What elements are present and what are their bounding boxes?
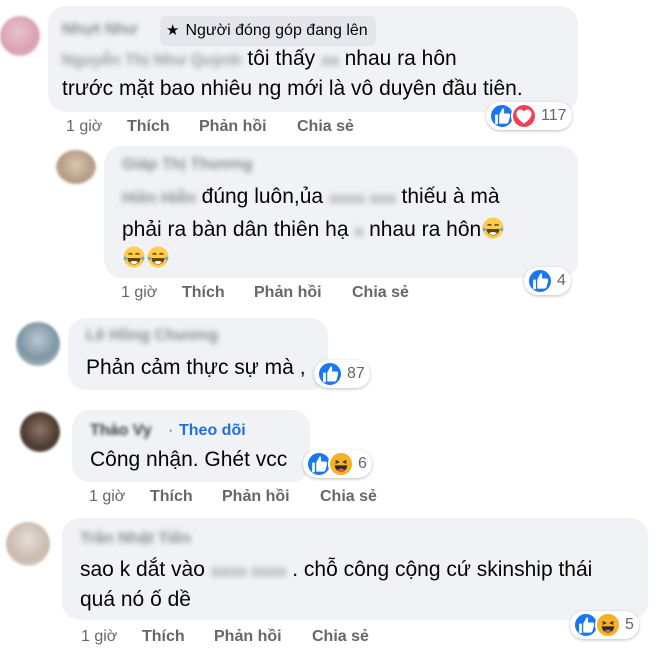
commenter-name[interactable]: Thảo Vy — [90, 422, 152, 440]
comment-time[interactable]: 1 giờ — [89, 488, 125, 506]
comment-text: quá nó ố dề — [80, 588, 191, 611]
like-button[interactable]: Thích — [127, 118, 170, 136]
avatar[interactable] — [20, 412, 60, 452]
like-icon — [527, 268, 553, 294]
reaction-count: 4 — [557, 272, 566, 289]
comment-text: sao k dắt vào aaaa aaaa . chỗ công cộng … — [80, 558, 593, 581]
thread-connector — [24, 148, 52, 166]
comment-text: Công nhận. Ghét vcc — [90, 448, 288, 471]
reply-button[interactable]: Phản hồi — [254, 284, 322, 302]
avatar[interactable] — [0, 16, 40, 56]
reaction-count: 5 — [625, 616, 634, 633]
comment-text: Hiền Hiễn đúng luôn,ủa aaaa aaa thiếu à … — [122, 185, 500, 208]
share-button[interactable]: Chia sẻ — [297, 118, 354, 136]
comment-text — [122, 245, 170, 271]
haha-icon — [595, 612, 621, 638]
comment-actions: 1 giờ Thích Phản hồi Chia sẻ — [89, 488, 409, 508]
avatar[interactable] — [56, 150, 96, 184]
reaction-summary[interactable]: 117 — [486, 102, 572, 130]
commenter-name[interactable]: Giáp Thị Thương — [122, 156, 253, 174]
reaction-summary[interactable]: 87 — [314, 360, 370, 388]
commenter-name[interactable]: Lê Hồng Chương — [86, 327, 218, 345]
love-icon — [511, 103, 537, 129]
reaction-summary[interactable]: 6 — [303, 450, 372, 478]
comment-text: phải ra bàn dân thiên hạ a nhau ra hôn — [122, 216, 505, 244]
reaction-summary[interactable]: 5 — [570, 611, 639, 639]
follow-separator: · — [168, 422, 174, 439]
laughing-crying-emoji — [146, 245, 170, 269]
reply-button[interactable]: Phản hồi — [199, 118, 267, 136]
comment-time[interactable]: 1 giờ — [81, 628, 117, 646]
comment-text: Nguyễn Thị Như Quỳnh tôi thấy aa nhau ra… — [62, 47, 457, 70]
comment-text: Phản cảm thực sự mà , — [86, 356, 306, 379]
star-icon: ★ — [166, 22, 180, 39]
commenter-name[interactable]: Nhựt Như — [62, 21, 138, 39]
laughing-crying-emoji — [481, 216, 505, 240]
comment-actions: 1 giờ Thích Phản hồi Chia sẻ — [81, 628, 401, 648]
haha-icon — [328, 451, 354, 477]
comment-actions: 1 giờ Thích Phản hồi Chia sẻ — [66, 118, 386, 138]
commenter-name[interactable]: Trần Nhật Tiến — [80, 530, 191, 548]
reaction-count: 6 — [358, 455, 367, 472]
reaction-count: 87 — [347, 365, 365, 382]
comment-text: trước mặt bao nhiêu ng mới là vô duyên đ… — [62, 77, 523, 100]
contributor-badge[interactable]: ★ Người đóng góp đang lên — [160, 16, 376, 46]
like-button[interactable]: Thích — [182, 284, 225, 302]
avatar[interactable] — [16, 322, 60, 366]
share-button[interactable]: Chia sẻ — [312, 628, 369, 646]
follow-link[interactable]: Theo dõi — [179, 422, 246, 440]
share-button[interactable]: Chia sẻ — [320, 488, 377, 506]
comment-actions: 1 giờ Thích Phản hồi Chia sẻ — [121, 284, 441, 304]
like-button[interactable]: Thích — [142, 628, 185, 646]
like-button[interactable]: Thích — [150, 488, 193, 506]
reply-button[interactable]: Phản hồi — [222, 488, 290, 506]
comment-time[interactable]: 1 giờ — [66, 118, 102, 136]
badge-label: Người đóng góp đang lên — [185, 22, 368, 39]
laughing-crying-emoji — [122, 245, 146, 269]
reaction-summary[interactable]: 4 — [524, 267, 571, 295]
avatar[interactable] — [6, 522, 50, 566]
reaction-count: 117 — [541, 107, 567, 124]
reply-button[interactable]: Phản hồi — [214, 628, 282, 646]
comment-time[interactable]: 1 giờ — [121, 284, 157, 302]
like-icon — [317, 361, 343, 387]
share-button[interactable]: Chia sẻ — [352, 284, 409, 302]
